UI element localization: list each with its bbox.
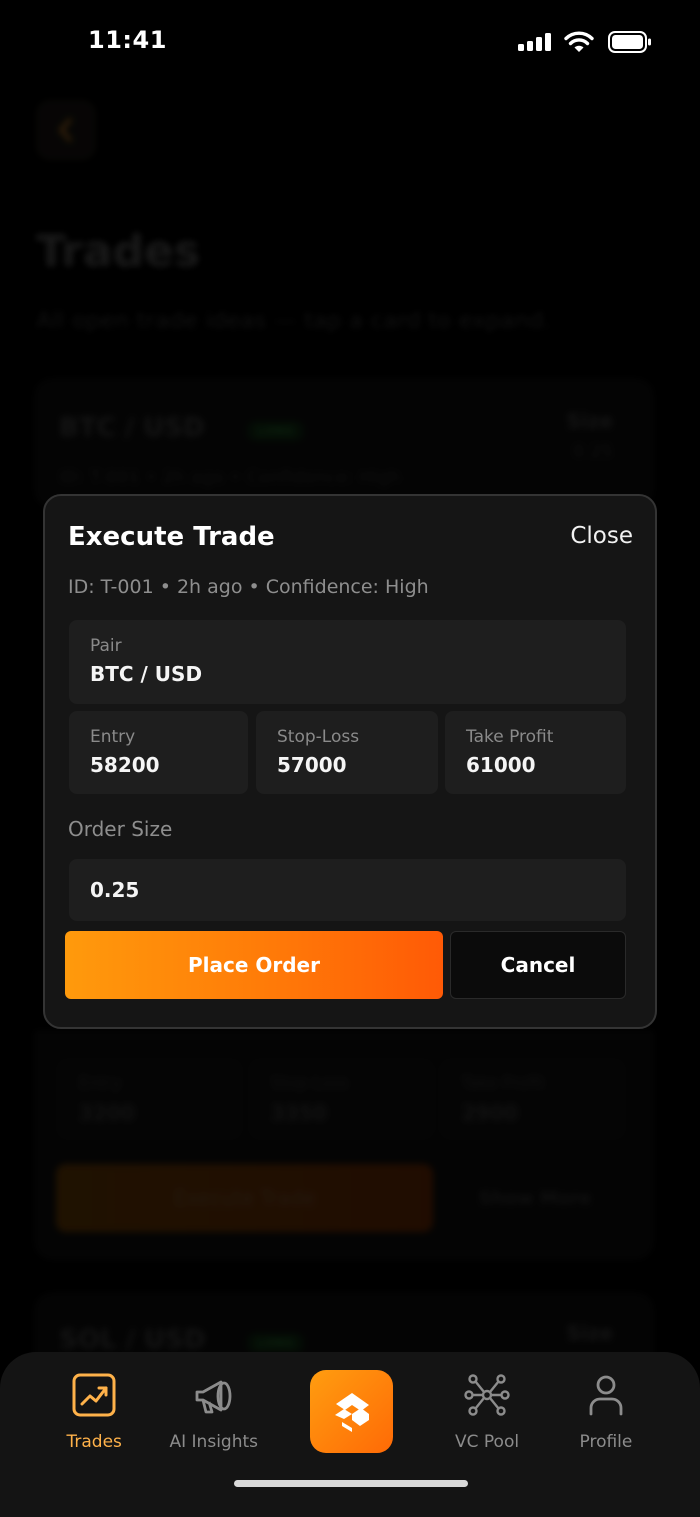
- tab-label: Trades: [66, 1432, 122, 1452]
- tab-label: VC Pool: [455, 1432, 520, 1452]
- take-profit-value: 61000: [466, 753, 536, 777]
- status-time: 11:41: [88, 26, 167, 54]
- logo-icon: [334, 1392, 369, 1432]
- chart-trend-icon: [72, 1373, 116, 1417]
- pair-label: Pair: [90, 636, 122, 656]
- order-size-label: Order Size: [68, 817, 173, 841]
- take-profit-label: Take Profit: [466, 727, 554, 747]
- home-logo-button[interactable]: [310, 1370, 393, 1453]
- take-profit-field: Take Profit 61000: [445, 711, 626, 794]
- tab-label: Profile: [579, 1432, 633, 1452]
- tab-profile[interactable]: Profile: [566, 1352, 646, 1462]
- stop-loss-value: 57000: [277, 753, 347, 777]
- cellular-signal-icon: [518, 33, 552, 51]
- place-order-button[interactable]: Place Order: [65, 931, 443, 999]
- trade-meta: ID: T-001 • 2h ago • Confidence: High: [68, 576, 429, 598]
- tab-bar: Trades AI Insights VC Pool Profile: [0, 1352, 700, 1517]
- pair-value: BTC / USD: [90, 662, 203, 686]
- stop-loss-label: Stop-Loss: [277, 727, 360, 747]
- order-size-input[interactable]: [69, 859, 626, 921]
- megaphone-icon: [195, 1380, 232, 1414]
- close-button[interactable]: Close: [570, 523, 633, 549]
- wifi-icon: [564, 31, 594, 52]
- cancel-button[interactable]: Cancel: [450, 931, 626, 999]
- network-icon: [464, 1374, 510, 1416]
- status-bar: 11:41: [0, 0, 700, 84]
- home-indicator[interactable]: [234, 1480, 468, 1487]
- tab-label: AI Insights: [169, 1432, 259, 1452]
- user-icon: [589, 1375, 623, 1416]
- entry-value: 58200: [90, 753, 160, 777]
- battery-icon: [608, 31, 651, 53]
- modal-title: Execute Trade: [68, 522, 275, 552]
- entry-field: Entry 58200: [69, 711, 248, 794]
- tab-trades[interactable]: Trades: [54, 1352, 134, 1462]
- entry-label: Entry: [90, 727, 136, 747]
- stop-loss-field: Stop-Loss 57000: [256, 711, 438, 794]
- tab-ai-insights[interactable]: AI Insights: [164, 1352, 264, 1462]
- execute-trade-modal: Execute Trade Close ID: T-001 • 2h ago •…: [43, 494, 657, 1029]
- tab-vc-pool[interactable]: VC Pool: [447, 1352, 527, 1462]
- pair-field: Pair BTC / USD: [69, 620, 626, 704]
